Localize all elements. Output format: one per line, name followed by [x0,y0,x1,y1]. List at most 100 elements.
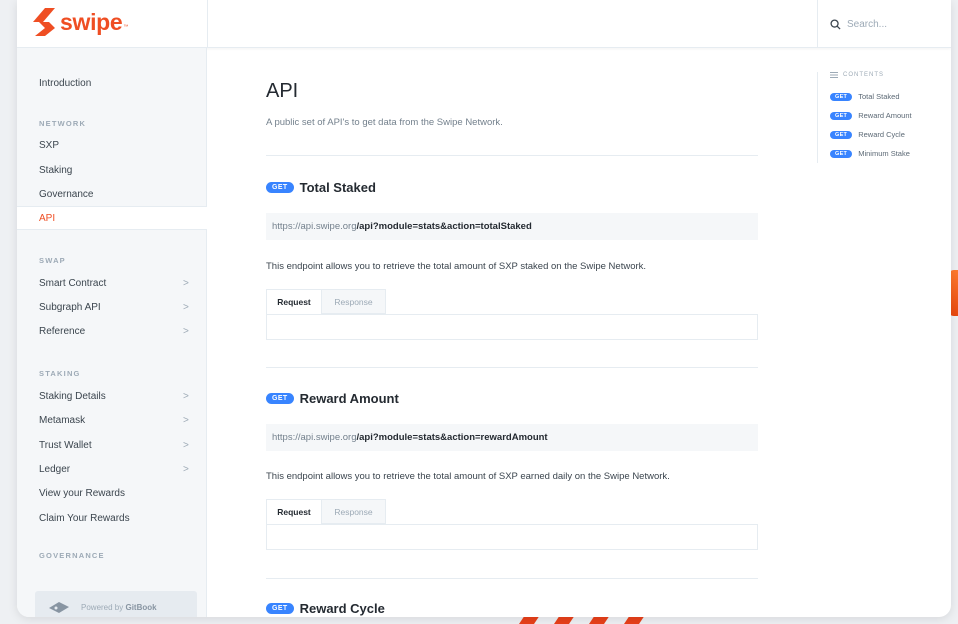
chevron-right-icon: > [183,414,189,426]
sidebar-section-network: NETWORK [39,119,87,128]
toc-header: CONTENTS [830,72,947,78]
get-method-badge: GET [830,130,853,139]
endpoint-title: Total Staked [299,180,376,195]
sidebar-item-label: View your Rewards [39,487,125,499]
chevron-right-icon: > [183,463,189,475]
chevron-right-icon: > [183,325,189,337]
powered-by-prefix: Powered by [81,602,126,612]
get-method-badge: GET [266,393,294,404]
app-window: swipe ™ Search... Introduction NETWORK S… [17,0,951,617]
logo-text: swipe [60,8,123,35]
table-of-contents: CONTENTS GET Total Staked GET Reward Amo… [817,72,947,163]
endpoint-title: Reward Cycle [299,601,385,616]
sidebar-item-label: SXP [39,139,60,151]
sidebar-item-ledger[interactable]: Ledger > [17,457,207,481]
sidebar-item-trust-wallet[interactable]: Trust Wallet > [17,433,207,457]
chevron-right-icon: > [183,277,189,289]
toc-item-reward-cycle[interactable]: GET Reward Cycle [830,125,947,144]
swipe-logo[interactable]: swipe ™ [31,8,128,36]
get-method-badge: GET [266,182,294,193]
top-bar: swipe ™ Search... [17,0,951,48]
page-description: A public set of API's to get data from t… [266,117,503,128]
sidebar-item-label: Claim Your Rewards [39,512,130,524]
divider [266,155,758,156]
sidebar-item-label: Staking [39,164,73,176]
sidebar-item-smart-contract[interactable]: Smart Contract > [17,271,207,295]
powered-by-text: Powered by GitBook [81,603,157,612]
endpoint-url[interactable]: https://api.swipe.org/api?module=stats&a… [266,213,758,240]
chevron-right-icon: > [183,301,189,313]
tab-panel [266,314,758,340]
toc-item-label: Total Staked [858,92,900,101]
search-placeholder: Search... [847,18,888,30]
get-method-badge: GET [830,149,853,158]
list-icon [830,72,838,78]
sidebar-item-label: Governance [39,188,94,200]
tab-response[interactable]: Response [322,289,386,314]
toc-item-reward-amount[interactable]: GET Reward Amount [830,106,947,125]
sidebar-item-label: Trust Wallet [39,439,92,451]
powered-by-gitbook[interactable]: Powered by GitBook [35,591,197,617]
main-content: API A public set of API's to get data fr… [266,48,758,617]
sidebar-item-label: Reference [39,325,86,337]
swipe-logo-icon [33,8,55,36]
request-response-tabs: Request Response [266,289,758,340]
toc-item-total-staked[interactable]: GET Total Staked [830,87,947,106]
url-base: https://api.swipe.org [272,432,357,443]
toc-item-label: Minimum Stake [858,149,910,158]
endpoint-description: This endpoint allows you to retrieve the… [266,471,670,482]
sidebar-item-label: API [39,212,56,224]
topbar-divider [207,0,208,48]
sidebar-item-subgraph-api[interactable]: Subgraph API > [17,295,207,319]
tab-request[interactable]: Request [266,499,322,524]
endpoint-description: This endpoint allows you to retrieve the… [266,261,647,272]
get-method-badge: GET [830,92,853,101]
sidebar-item-label: Staking Details [39,390,106,402]
divider [266,367,758,368]
sidebar-item-introduction[interactable]: Introduction [17,71,207,95]
sidebar-item-reference[interactable]: Reference > [17,319,207,343]
sidebar-item-api[interactable]: API [17,206,207,230]
toc-header-label: CONTENTS [843,72,884,78]
endpoint-title: Reward Amount [299,391,399,406]
sidebar-item-label: Metamask [39,414,86,426]
get-method-badge: GET [830,111,853,120]
chevron-right-icon: > [183,439,189,451]
search-input[interactable]: Search... [817,0,951,48]
url-path: /api?module=stats&action=totalStaked [356,221,532,232]
endpoint-url[interactable]: https://api.swipe.org/api?module=stats&a… [266,424,758,451]
sidebar-item-sxp[interactable]: SXP [17,133,207,157]
sidebar-section-governance: GOVERNANCE [39,551,105,560]
divider [266,578,758,579]
endpoint-header-reward-amount: GET Reward Amount [266,391,399,406]
sidebar-section-swap: SWAP [39,256,66,265]
page-title: API [266,80,299,102]
sidebar-item-staking[interactable]: Staking [17,158,207,182]
endpoint-header-total-staked: GET Total Staked [266,180,376,195]
powered-by-brand: GitBook [125,602,157,612]
toc-item-label: Reward Amount [858,111,912,120]
toc-item-minimum-stake[interactable]: GET Minimum Stake [830,144,947,163]
sidebar-item-governance[interactable]: Governance [17,182,207,206]
sidebar-item-claim-rewards[interactable]: Claim Your Rewards [17,506,207,530]
sidebar: Introduction NETWORK SXP Staking Governa… [17,48,207,617]
tab-request[interactable]: Request [266,289,322,314]
logo-trademark: ™ [123,24,129,30]
get-method-badge: GET [266,603,294,614]
tab-response[interactable]: Response [322,499,386,524]
chevron-right-icon: > [183,390,189,402]
url-base: https://api.swipe.org [272,221,357,232]
url-path: /api?module=stats&action=rewardAmount [356,432,548,443]
sidebar-item-metamask[interactable]: Metamask > [17,408,207,432]
sidebar-item-label: Subgraph API [39,301,101,313]
sidebar-item-label: Introduction [39,77,92,89]
search-icon [830,18,841,30]
sidebar-section-staking: STAKING [39,369,81,378]
endpoint-header-reward-cycle: GET Reward Cycle [266,601,385,616]
sidebar-item-view-rewards[interactable]: View your Rewards [17,481,207,505]
gitbook-icon [49,602,69,613]
sidebar-item-label: Ledger [39,463,71,475]
sidebar-item-label: Smart Contract [39,277,107,289]
sidebar-item-staking-details[interactable]: Staking Details > [17,384,207,408]
toc-item-label: Reward Cycle [858,130,905,139]
